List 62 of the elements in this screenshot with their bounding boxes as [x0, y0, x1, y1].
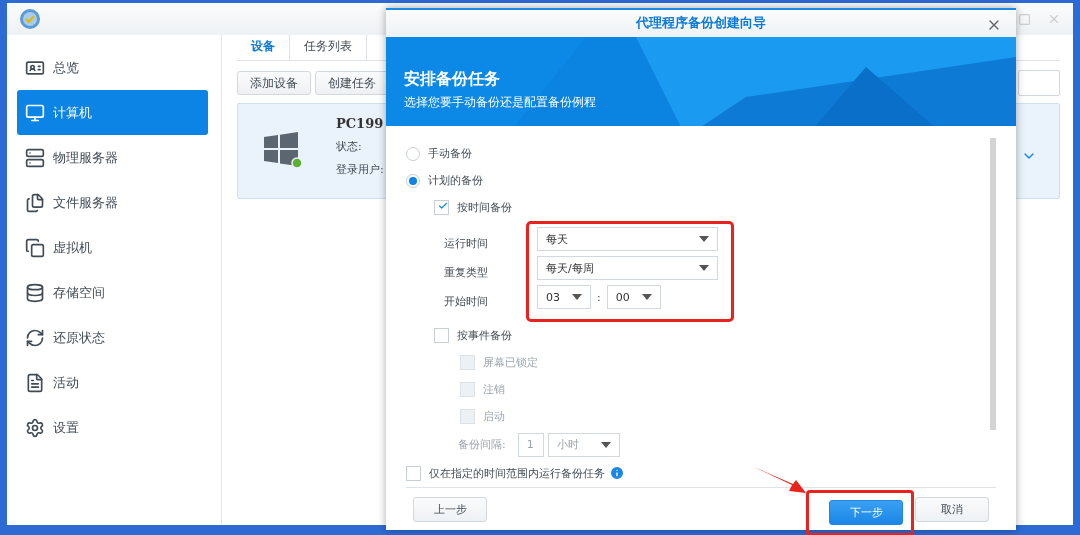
settings-icon — [25, 417, 45, 438]
monitor-icon — [25, 102, 45, 123]
toolbar-button[interactable]: 创建任务 — [315, 71, 389, 95]
back-button[interactable]: 上一步 — [413, 496, 487, 522]
user-label: 登录用户: — [336, 162, 384, 177]
info-icon[interactable] — [609, 465, 625, 481]
files-icon — [25, 192, 45, 213]
sidebar-item[interactable]: 存储空间 — [17, 270, 208, 315]
maximize-icon[interactable] — [1018, 12, 1031, 26]
windows-logo-icon — [262, 130, 302, 170]
tab[interactable]: 设备 — [237, 35, 290, 60]
checkbox-label: 注销 — [483, 382, 505, 397]
app-logo-icon — [19, 8, 41, 30]
toolbar-button[interactable]: 添加设备 — [237, 71, 311, 95]
field-label: 开始时间 — [444, 294, 488, 309]
sidebar-item[interactable]: 活动 — [17, 360, 208, 405]
interval-label: 备份间隔: — [458, 437, 506, 452]
caret-icon — [600, 441, 611, 448]
sidebar-item[interactable]: 总览 — [17, 45, 208, 90]
device-name: PC199 — [336, 116, 384, 131]
server-icon — [25, 147, 45, 168]
checkbox-label: 按时间备份 — [457, 200, 512, 215]
radio-label: 手动备份 — [428, 146, 472, 161]
hour-select[interactable]: 03 — [537, 285, 591, 309]
sidebar-item[interactable]: 计算机 — [17, 90, 208, 135]
refresh-icon — [25, 327, 45, 348]
radio-label: 计划的备份 — [428, 173, 483, 188]
sidebar-item[interactable]: 虚拟机 — [17, 225, 208, 270]
checkbox-label: 屏幕已锁定 — [483, 355, 538, 370]
copy-icon — [25, 237, 45, 258]
radio-button[interactable] — [406, 173, 420, 188]
field-label: 重复类型 — [444, 265, 488, 280]
sidebar-item[interactable]: 物理服务器 — [17, 135, 208, 180]
sidebar-item[interactable]: 还原状态 — [17, 315, 208, 360]
caret-icon — [641, 294, 652, 300]
sidebar-item[interactable]: 设置 — [17, 405, 208, 450]
search-field[interactable] — [1018, 70, 1060, 96]
tab[interactable]: 任务列表 — [290, 35, 367, 60]
checkbox[interactable] — [406, 465, 421, 481]
checkbox-label: 仅在指定的时间范围内运行备份任务 — [429, 465, 605, 481]
radio-button[interactable] — [406, 146, 420, 161]
checkbox-label: 按事件备份 — [457, 328, 512, 343]
checkbox[interactable] — [434, 200, 449, 215]
checkbox-label: 启动 — [483, 409, 505, 424]
sidebar-item[interactable]: 文件服务器 — [17, 180, 208, 225]
minute-select[interactable]: 00 — [606, 285, 661, 309]
document-icon — [25, 372, 45, 393]
select-field[interactable]: 每天/每周 — [537, 256, 718, 280]
caret-icon — [572, 294, 582, 300]
dialog-title: 代理程序备份创建向导 — [636, 14, 766, 33]
database-icon — [25, 282, 45, 303]
time-separator: : — [597, 290, 601, 304]
status-label: 状态: — [336, 139, 363, 154]
select-field[interactable]: 每天 — [537, 227, 718, 251]
caret-icon — [699, 236, 709, 242]
dialog-subheading: 选择您要手动备份还是配置备份例程 — [404, 93, 597, 111]
field-label: 运行时间 — [444, 236, 488, 251]
cancel-button[interactable]: 取消 — [915, 496, 989, 522]
checkbox[interactable] — [434, 328, 449, 343]
dialog-heading: 安排备份任务 — [404, 68, 501, 90]
caret-icon — [699, 265, 709, 271]
scrollbar[interactable] — [990, 138, 996, 430]
